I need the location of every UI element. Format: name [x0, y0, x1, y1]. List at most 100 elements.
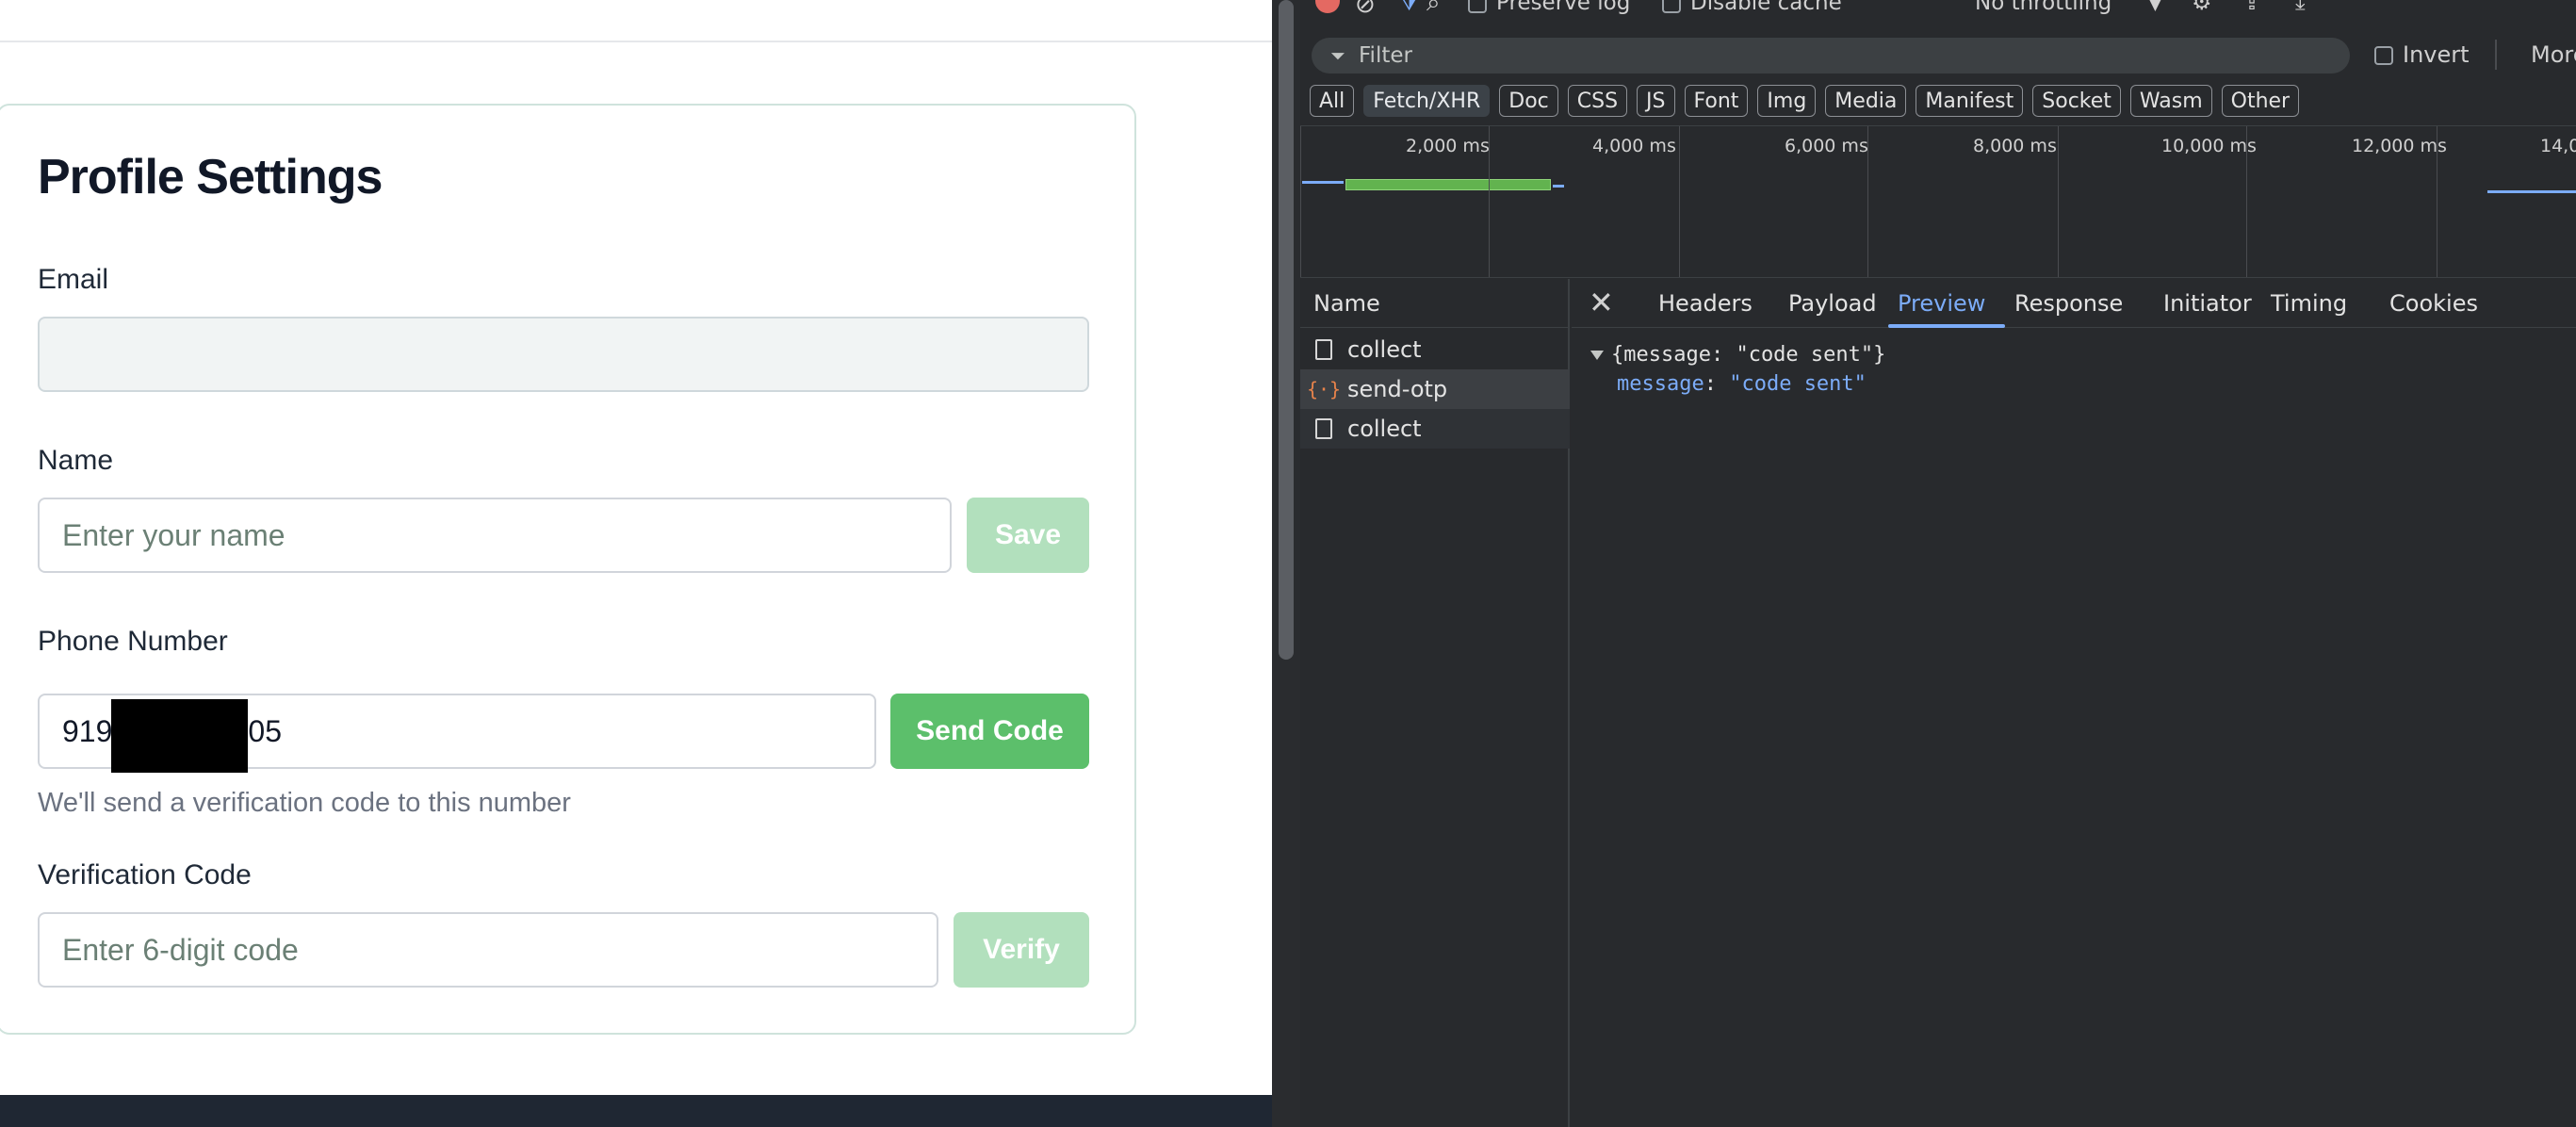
more-filters-button[interactable]: More: [2531, 41, 2576, 68]
request-name: collect: [1347, 416, 1422, 442]
disable-cache-checkbox[interactable]: Disable cache: [1662, 0, 1842, 15]
filter-chip-socket[interactable]: Socket: [2032, 85, 2121, 117]
document-icon: [1313, 418, 1334, 439]
invert-checkbox[interactable]: Invert: [2374, 41, 2470, 68]
footer-band: [0, 1095, 1272, 1127]
tab-cookies[interactable]: Cookies: [2389, 290, 2478, 317]
document-icon: [1313, 339, 1334, 360]
name-input[interactable]: Enter your name: [38, 498, 952, 573]
disable-cache-box: [1662, 0, 1681, 13]
email-field[interactable]: [38, 317, 1089, 392]
tab-headers[interactable]: Headers: [1658, 290, 1753, 317]
disable-cache-label: Disable cache: [1690, 0, 1842, 15]
name-column-header[interactable]: Name: [1300, 279, 1570, 328]
xhr-icon: {·}: [1306, 378, 1342, 400]
timeline-tick-label: 14,0: [2540, 136, 2576, 156]
preserve-log-box: [1468, 0, 1487, 13]
timeline-short-bar: [1302, 181, 1344, 184]
timeline-tail-bar: [1553, 185, 1564, 188]
chevron-down-icon: ▼: [2149, 0, 2161, 13]
request-row-collect[interactable]: collect: [1300, 330, 1570, 369]
preview-key: message: [1617, 372, 1704, 396]
preview-value: "code sent": [1729, 372, 1867, 396]
request-name: collect: [1347, 336, 1422, 363]
save-button[interactable]: Save: [967, 498, 1089, 573]
toolbar-divider: [2495, 40, 2497, 70]
verification-label: Verification Code: [38, 859, 252, 890]
verify-button[interactable]: Verify: [954, 912, 1089, 988]
filter-chip-js[interactable]: JS: [1637, 85, 1675, 117]
filter-chip-css[interactable]: CSS: [1567, 85, 1628, 117]
phone-helper-text: We'll send a verification code to this n…: [38, 788, 571, 818]
record-icon[interactable]: [1315, 0, 1340, 13]
tab-payload[interactable]: Payload: [1788, 290, 1877, 317]
network-toolbar: ⊘ ⧩ ⌕ Preserve log Disable cache No thro…: [1300, 0, 2576, 24]
tab-timing[interactable]: Timing: [2271, 290, 2347, 317]
redaction-box: [111, 699, 248, 773]
preview-summary: {message: "code sent"}: [1611, 343, 1886, 367]
request-row-send-otp[interactable]: {·} send-otp: [1300, 369, 1570, 409]
upload-icon[interactable]: ⇪: [2242, 0, 2261, 15]
filter-chip-fetch-xhr[interactable]: Fetch/XHR: [1363, 85, 1491, 117]
timeline-tick-label: 6,000 ms: [1785, 136, 1868, 156]
timeline-overview[interactable]: 2,000 ms 4,000 ms 6,000 ms 8,000 ms 10,000 m…: [1300, 125, 2576, 278]
page-title: Profile Settings: [38, 150, 383, 204]
timeline-request-bar: [1345, 179, 1551, 190]
phone-value-prefix: 919: [62, 713, 113, 748]
scrollbar-thumb[interactable]: [1279, 0, 1294, 660]
throttling-label: No throttling: [1975, 0, 2112, 15]
timeline-tick-label: 10,000 ms: [2161, 136, 2257, 156]
timeline-gridline: [2058, 126, 2059, 277]
filter-chip-other[interactable]: Other: [2221, 85, 2300, 117]
close-icon[interactable]: ✕: [1589, 285, 1614, 320]
app-pane: Profile Settings Email Name Enter your n…: [0, 0, 1272, 1127]
phone-value-suffix: 05: [248, 713, 282, 748]
filter-chip-manifest[interactable]: Manifest: [1916, 85, 2024, 117]
preview-summary-row[interactable]: {message: "code sent"}: [1590, 343, 1885, 367]
request-detail-tabs: ✕ Headers Payload Preview Response Initiator…: [1572, 279, 2576, 328]
timeline-gridline: [1300, 126, 1301, 277]
request-list: Name collect {·} send-otp collect: [1300, 279, 1570, 1127]
timeline-tick-label: 4,000 ms: [1592, 136, 1676, 156]
filter-chip-wasm[interactable]: Wasm: [2129, 85, 2212, 117]
request-row-collect[interactable]: collect: [1300, 409, 1570, 449]
send-code-button[interactable]: Send Code: [890, 694, 1089, 769]
expand-triangle-icon[interactable]: [1590, 351, 1604, 360]
clear-icon[interactable]: ⊘: [1355, 0, 1376, 19]
filter-input[interactable]: ⏷ Filter: [1312, 38, 2350, 74]
filter-chip-font[interactable]: Font: [1684, 85, 1749, 117]
verification-placeholder: Enter 6-digit code: [62, 932, 299, 967]
filter-chip-all[interactable]: All: [1310, 85, 1355, 117]
active-tab-indicator: [1888, 324, 2005, 328]
email-label: Email: [38, 264, 109, 295]
resource-type-filters: All Fetch/XHR Doc CSS JS Font Img Media Manifest…: [1310, 85, 2300, 117]
timeline-tick-label: 2,000 ms: [1406, 136, 1490, 156]
verification-code-input[interactable]: Enter 6-digit code: [38, 912, 938, 988]
preserve-log-checkbox[interactable]: Preserve log: [1468, 0, 1630, 15]
timeline-tick-label: 8,000 ms: [1973, 136, 2057, 156]
name-label: Name: [38, 445, 114, 476]
search-icon[interactable]: ⌕: [1427, 0, 1441, 18]
throttling-select[interactable]: No throttling ▼: [1975, 0, 2161, 15]
download-icon[interactable]: ⤓: [2295, 0, 2306, 15]
filter-icon: ⏷: [1330, 44, 1345, 67]
timeline-gridline: [1489, 126, 1490, 277]
request-name: send-otp: [1347, 376, 1448, 402]
tab-preview[interactable]: Preview: [1898, 290, 1985, 317]
filter-chip-doc[interactable]: Doc: [1499, 85, 1558, 117]
invert-label: Invert: [2403, 41, 2470, 68]
preview-property-row: message: "code sent": [1617, 372, 1867, 396]
preserve-log-label: Preserve log: [1496, 0, 1631, 15]
timeline-gridline: [1867, 126, 1868, 277]
phone-label: Phone Number: [38, 626, 228, 657]
filter-funnel-icon[interactable]: ⧩: [1398, 0, 1420, 18]
tab-response[interactable]: Response: [2014, 290, 2123, 317]
network-settings-icon[interactable]: ⚙: [2192, 0, 2212, 15]
timeline-late-bar: [2487, 190, 2576, 193]
name-placeholder: Enter your name: [62, 517, 285, 552]
filter-chip-media[interactable]: Media: [1825, 85, 1907, 117]
tab-initiator[interactable]: Initiator: [2163, 290, 2252, 317]
filter-chip-img[interactable]: Img: [1757, 85, 1817, 117]
timeline-gridline: [2246, 126, 2247, 277]
preview-pane: {message: "code sent"} message: "code se…: [1572, 330, 2576, 1127]
